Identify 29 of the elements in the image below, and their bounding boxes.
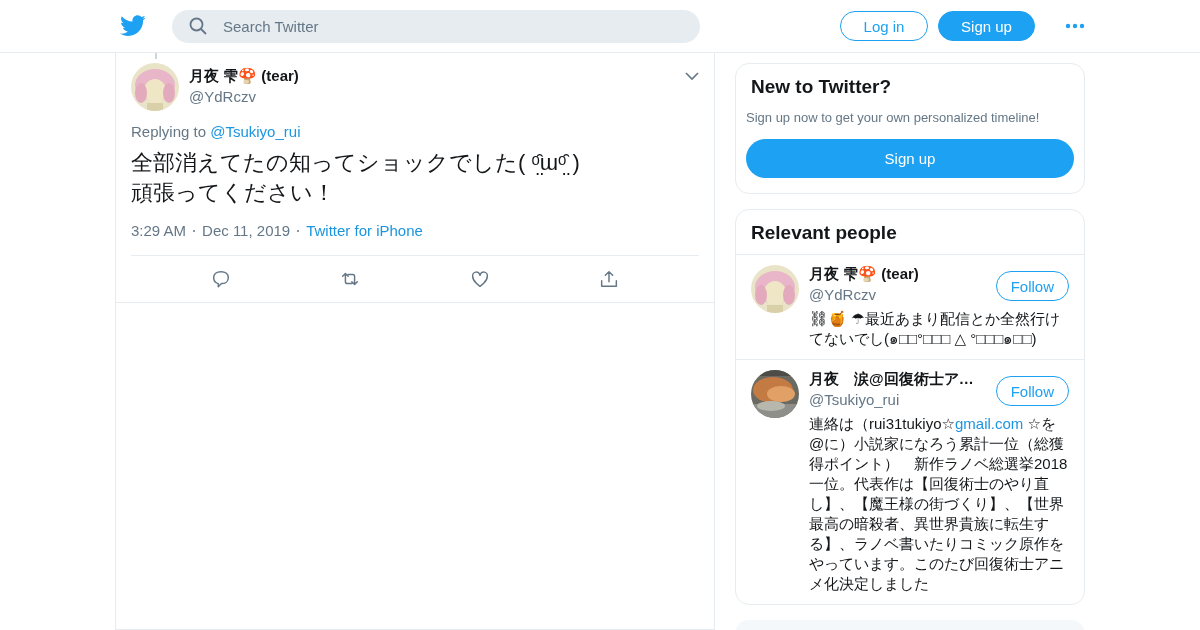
card-title: New to Twitter? (750, 76, 893, 98)
card-text: Sign up now to get your own personalized timeline! (746, 110, 1041, 125)
user-bio: ⛓🍯 ☂最近あまり配信とか全然行けてないでし(๑□□°□□□ △ °□□□๑□□) (809, 309, 1061, 349)
tweet-time: 3:29 AM (131, 222, 187, 239)
more-icon[interactable] (1065, 23, 1085, 29)
login-button[interactable]: Log in (840, 11, 928, 41)
tweet-text: 頑張ってください！ (131, 179, 336, 207)
bio-link[interactable]: gmail.com (955, 415, 1024, 432)
follow-button[interactable]: Follow (995, 376, 1069, 406)
user-name[interactable]: 月夜 雫🍄 (tear) (189, 67, 675, 86)
tweet-text: 全部消えてたの知ってショックでした( ᵒ̤̑ɯᵒ̤̑ ) (131, 149, 581, 177)
search-icon (189, 16, 207, 35)
user-name[interactable]: 月夜 雫🍄 (tear) (809, 265, 996, 284)
replying-to-text: Replying to @Tsukiyo_rui (131, 123, 302, 140)
user-name[interactable]: 月夜 涙@回復術士ア… (809, 370, 996, 389)
search-field[interactable]: Search Twitter (172, 9, 700, 43)
source-link[interactable]: Twitter for iPhone (306, 222, 423, 239)
chevron-down-icon[interactable] (685, 71, 699, 81)
user-handle[interactable]: @YdRczv (189, 88, 675, 105)
signup-button[interactable]: Sign up (746, 139, 1074, 178)
bird-logo-icon[interactable] (120, 15, 146, 37)
card-title: Relevant people (736, 210, 1084, 255)
user-handle[interactable]: @YdRczv (809, 286, 996, 303)
tweet-date: Dec 11, 2019 (202, 222, 291, 239)
mention-link[interactable]: @Tsukiyo_rui (210, 123, 301, 140)
user-handle[interactable]: @Tsukiyo_rui (809, 391, 996, 408)
signup-button[interactable]: Sign up (938, 11, 1035, 41)
follow-button[interactable]: Follow (995, 271, 1069, 301)
user-bio: 連絡は（rui31tukiyo☆gmail.com ☆を@に）小説家になろう累計一位（総獲得ポイント） 新作ラノベ総選挙2018一位。代表作は【回復術士のやり直し】、【魔王様の街づくり】、【世界最高の暗殺者、異世界貴族に転生する】、ラノベ書いたりコミック原作をやっています。このたび回復術士アニメ化決定しました (809, 414, 1069, 594)
